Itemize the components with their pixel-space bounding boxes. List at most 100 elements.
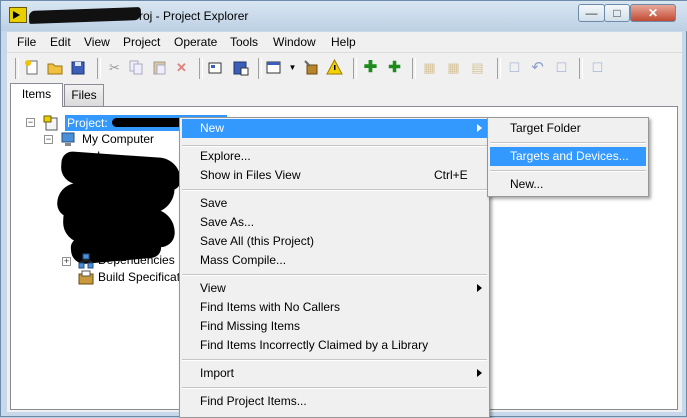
menu-item-save-all[interactable]: Save All (this Project)	[182, 232, 487, 251]
menu-item-show-in-files-view[interactable]: Show in Files View Ctrl+E	[182, 166, 487, 185]
menu-item-save-as[interactable]: Save As...	[182, 213, 487, 232]
build-specifications-label[interactable]: Build Specificat	[98, 270, 180, 284]
menu-item-label: Find Project Items...	[200, 394, 307, 408]
menu-item-label: New...	[510, 177, 544, 191]
menu-item-label: Save	[200, 196, 228, 210]
cut-icon[interactable]: ✂	[106, 59, 123, 76]
ungroup-icon[interactable]: ▦	[445, 59, 462, 76]
toolbar-separator	[412, 58, 416, 79]
view-options-icon[interactable]	[266, 59, 283, 76]
help-icon[interactable]: ☐	[589, 59, 606, 76]
menu-bar: File Edit View Project Operate Tools Win…	[7, 32, 682, 52]
menu-item-label: Find Items with No Callers	[200, 300, 341, 314]
toolbar-separator	[579, 58, 583, 79]
undo-icon[interactable]: ↶	[529, 59, 546, 76]
build-icon[interactable]	[207, 59, 224, 76]
collapse-toggle[interactable]: −	[26, 118, 35, 127]
labview-app-icon	[9, 7, 27, 23]
computer-icon	[60, 131, 76, 147]
check-icon[interactable]: ☐	[506, 59, 523, 76]
menu-item-label: Target Folder	[510, 121, 581, 135]
menu-item-mass-compile[interactable]: Mass Compile...	[182, 251, 487, 270]
title-bar[interactable]: roj - Project Explorer — □ ✕	[1, 1, 687, 31]
redacted-project-name	[112, 118, 185, 127]
toolbar-separator	[15, 58, 19, 79]
submenu-arrow-icon	[477, 124, 482, 132]
toolbar-separator	[353, 58, 357, 79]
menu-item-find-incorrectly-claimed[interactable]: Find Items Incorrectly Claimed by a Libr…	[182, 336, 487, 355]
menu-item-find-project-items[interactable]: Find Project Items...	[182, 392, 487, 411]
menu-item-label: View	[200, 281, 226, 295]
new-icon[interactable]	[24, 59, 41, 76]
copy-icon[interactable]	[128, 59, 145, 76]
menu-item-find-no-callers[interactable]: Find Items with No Callers	[182, 298, 487, 317]
menu-edit[interactable]: Edit	[50, 35, 71, 49]
menu-item-label: Save All (this Project)	[200, 234, 315, 248]
menu-separator	[490, 142, 646, 144]
my-computer-label[interactable]: My Computer	[82, 132, 154, 146]
menu-item-label: Explore...	[200, 149, 251, 163]
properties-icon[interactable]	[303, 59, 320, 76]
menu-operate[interactable]: Operate	[174, 35, 217, 49]
move-icon[interactable]: ▤	[469, 59, 486, 76]
add-icon[interactable]: ✚	[362, 59, 379, 76]
toolbar-separator	[258, 58, 262, 79]
tab-items[interactable]: Items	[10, 83, 63, 107]
close-button[interactable]: ✕	[630, 4, 676, 22]
save-all-icon[interactable]	[70, 59, 87, 76]
menu-tools[interactable]: Tools	[230, 35, 258, 49]
menu-item-label: Import	[200, 366, 235, 380]
redacted-project-name	[28, 7, 142, 24]
dependencies-label[interactable]: Dependencies	[98, 253, 175, 267]
window-title: roj - Project Explorer	[139, 9, 249, 23]
paste-icon[interactable]	[151, 59, 168, 76]
menu-separator	[490, 170, 646, 172]
add-folder-icon[interactable]: ✚	[386, 59, 403, 76]
tab-files[interactable]: Files	[64, 84, 104, 106]
menu-separator	[182, 189, 487, 191]
toolbar-separator	[497, 58, 501, 79]
project-explorer-window: roj - Project Explorer — □ ✕ File Edit V…	[0, 0, 687, 418]
submenu-item-new[interactable]: New...	[490, 175, 646, 194]
menu-item-import[interactable]: Import	[182, 364, 487, 383]
submenu-arrow-icon	[477, 369, 482, 377]
menu-separator	[182, 359, 487, 361]
menu-separator	[182, 387, 487, 389]
menu-item-explore[interactable]: Explore...	[182, 147, 487, 166]
menu-window[interactable]: Window	[273, 35, 316, 49]
menu-item-view[interactable]: View	[182, 279, 487, 298]
menu-file[interactable]: File	[17, 35, 36, 49]
menu-item-label: Find Items Incorrectly Claimed by a Libr…	[200, 338, 429, 352]
menu-item-label: New	[200, 121, 225, 135]
redo-icon[interactable]: ☐	[553, 59, 570, 76]
project-icon	[43, 115, 59, 131]
warning-icon[interactable]	[326, 58, 343, 76]
toolbar-separator	[97, 58, 101, 79]
build-spec-icon[interactable]	[232, 59, 249, 76]
minimize-button[interactable]: —	[578, 4, 605, 22]
chevron-down-icon[interactable]: ▼	[284, 59, 301, 76]
project-label: Project:	[67, 116, 108, 130]
menu-item-save[interactable]: Save	[182, 194, 487, 213]
menu-project[interactable]: Project	[123, 35, 160, 49]
menu-item-new[interactable]: New	[182, 119, 487, 138]
menu-item-label: Show in Files View	[200, 168, 301, 182]
menu-item-label: Find Missing Items	[200, 319, 301, 333]
menu-item-find-missing[interactable]: Find Missing Items	[182, 317, 487, 336]
menu-help[interactable]: Help	[331, 35, 356, 49]
toolbar-separator	[199, 58, 203, 79]
collapse-toggle[interactable]: −	[44, 135, 53, 144]
shortcut-label: Ctrl+E	[434, 168, 468, 182]
menu-item-label: Targets and Devices...	[510, 149, 629, 163]
submenu-item-targets-and-devices[interactable]: Targets and Devices...	[490, 147, 646, 166]
group-icon[interactable]: ▦	[421, 59, 438, 76]
dependencies-icon	[78, 253, 94, 269]
submenu-arrow-icon	[477, 284, 482, 292]
maximize-button[interactable]: □	[604, 4, 630, 22]
build-specifications-icon	[78, 269, 94, 285]
open-icon[interactable]	[47, 59, 64, 76]
submenu-item-target-folder[interactable]: Target Folder	[490, 119, 646, 138]
expand-toggle[interactable]: +	[62, 257, 71, 266]
menu-view[interactable]: View	[84, 35, 110, 49]
delete-icon[interactable]: ✕	[173, 59, 190, 76]
